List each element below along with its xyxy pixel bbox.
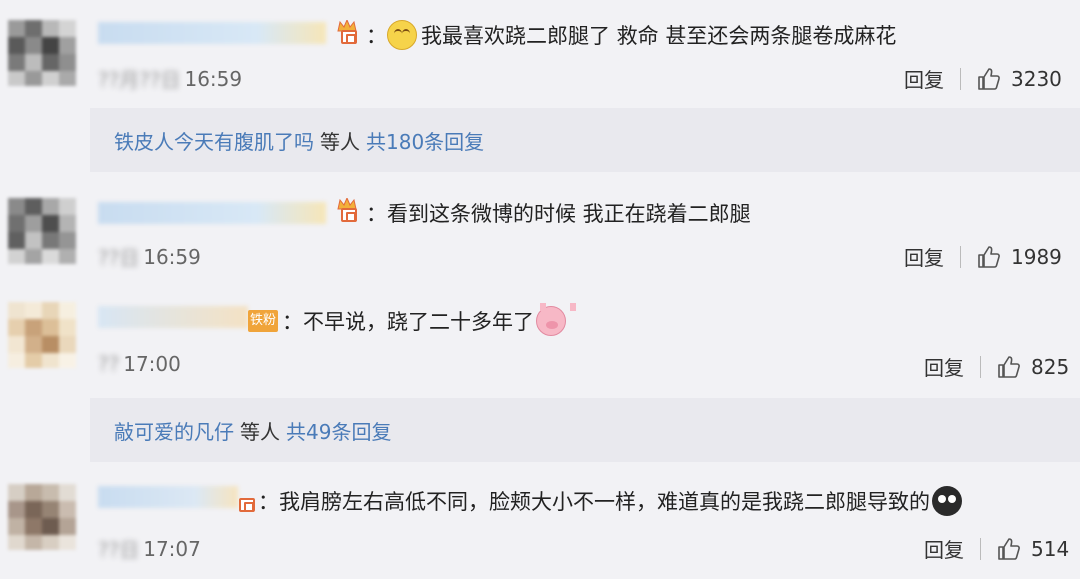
fan-badge: 铁粉 bbox=[248, 310, 278, 332]
comment-text: ： 我肩膀左右高低不同，脸颊大小不一样，难道真的是我跷二郎腿导致的 bbox=[258, 486, 962, 516]
reply-button[interactable]: 回复 bbox=[924, 534, 964, 563]
comment-actions: 回复 3230 bbox=[904, 64, 1062, 93]
comment-text: ： 我最喜欢跷二郎腿了 救命 甚至还会两条腿卷成麻花 bbox=[366, 20, 896, 50]
comment-actions: 回复 514 bbox=[924, 534, 1069, 563]
like-count: 3230 bbox=[1011, 66, 1062, 91]
thumbs-up-icon[interactable] bbox=[997, 355, 1021, 379]
reply-user-link[interactable]: 敲可爱的凡仔 bbox=[114, 416, 234, 445]
comment-actions: 回复 825 bbox=[924, 352, 1069, 381]
comment-feed: ： 我最喜欢跷二郎腿了 救命 甚至还会两条腿卷成麻花 ??月??日 16:59 … bbox=[0, 0, 1080, 579]
avatar[interactable] bbox=[8, 198, 76, 264]
view-replies-link[interactable]: 共49条回复 bbox=[286, 416, 391, 445]
username-blurred[interactable] bbox=[98, 306, 248, 328]
like-count: 825 bbox=[1031, 354, 1070, 379]
crying-emoji-icon bbox=[932, 486, 962, 516]
thumbs-up-icon[interactable] bbox=[997, 537, 1021, 561]
timestamp: ??日 17:07 bbox=[98, 536, 201, 563]
thumbs-up-icon[interactable] bbox=[977, 67, 1001, 91]
divider bbox=[960, 245, 961, 268]
membership-badge-icon bbox=[334, 198, 360, 224]
reply-button[interactable]: 回复 bbox=[904, 242, 944, 271]
reply-user-link[interactable]: 铁皮人今天有腹肌了吗 bbox=[114, 126, 314, 155]
pig-emoji-icon bbox=[536, 303, 576, 336]
timestamp: ??日 16:59 bbox=[98, 244, 201, 271]
divider bbox=[980, 537, 981, 560]
reply-button[interactable]: 回复 bbox=[924, 352, 964, 381]
timestamp: ?? 17:00 bbox=[98, 352, 181, 376]
comment-text: ： 看到这条微博的时候 我正在跷着二郎腿 bbox=[366, 202, 751, 226]
reply-summary[interactable]: 敲可爱的凡仔 等人 共49条回复 bbox=[90, 398, 1080, 462]
like-count: 514 bbox=[1031, 536, 1070, 561]
username-blurred[interactable] bbox=[98, 22, 326, 44]
username-blurred[interactable] bbox=[98, 486, 238, 508]
comment-actions: 回复 1989 bbox=[904, 242, 1062, 271]
comment-text: ： 不早说，跷了二十多年了 bbox=[282, 303, 576, 336]
avatar[interactable] bbox=[8, 302, 76, 368]
timestamp: ??月??日 16:59 bbox=[98, 66, 243, 93]
divider bbox=[960, 67, 961, 90]
membership-badge-icon bbox=[232, 488, 258, 514]
avatar[interactable] bbox=[8, 20, 76, 86]
thumbs-up-icon[interactable] bbox=[977, 245, 1001, 269]
reply-button[interactable]: 回复 bbox=[904, 64, 944, 93]
like-count: 1989 bbox=[1011, 244, 1062, 269]
view-replies-link[interactable]: 共180条回复 bbox=[366, 126, 484, 155]
membership-badge-icon bbox=[334, 20, 360, 46]
username-blurred[interactable] bbox=[98, 202, 326, 224]
reply-summary[interactable]: 铁皮人今天有腹肌了吗 等人 共180条回复 bbox=[90, 108, 1080, 172]
divider bbox=[980, 355, 981, 378]
avatar[interactable] bbox=[8, 484, 76, 550]
smile-emoji-icon bbox=[387, 20, 417, 50]
